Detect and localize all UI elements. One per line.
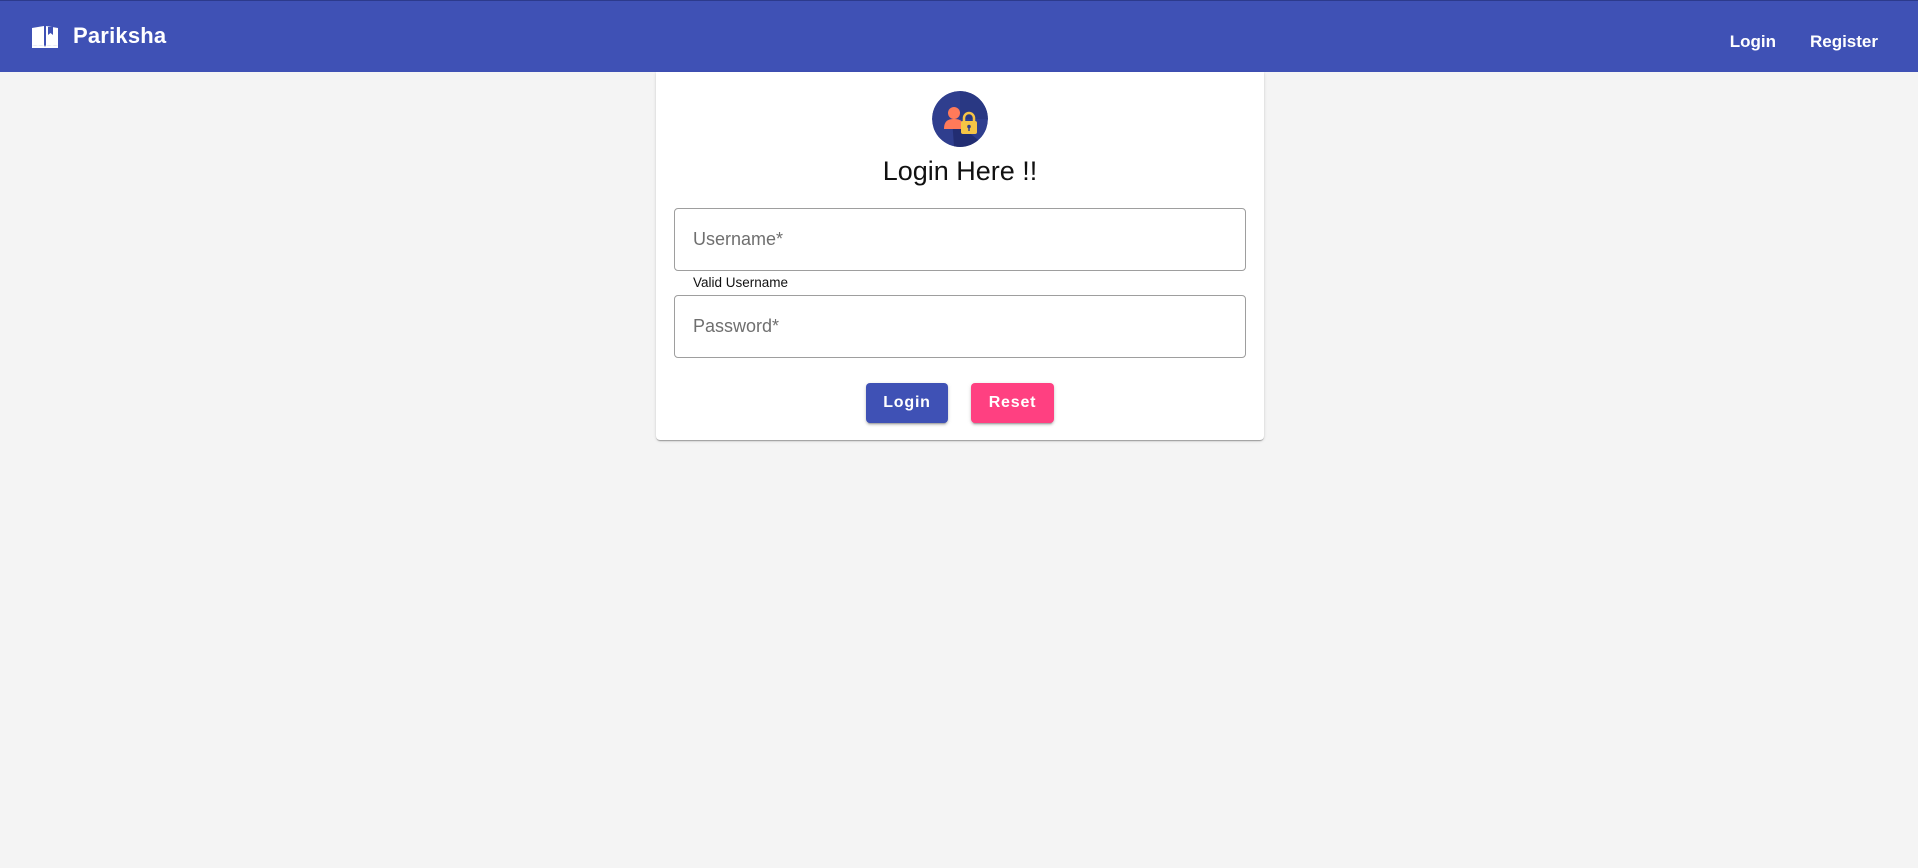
top-nav: Login Register: [1730, 32, 1878, 52]
username-field[interactable]: [674, 208, 1246, 271]
nav-register-link[interactable]: Register: [1810, 32, 1878, 52]
app-title: Pariksha: [73, 23, 167, 48]
login-button[interactable]: Login: [866, 383, 948, 423]
password-field[interactable]: [674, 295, 1246, 358]
reset-button[interactable]: Reset: [971, 383, 1054, 423]
brand[interactable]: Pariksha: [31, 23, 166, 49]
page-title: Login Here !!: [882, 156, 1038, 186]
password-input[interactable]: [675, 296, 1245, 357]
user-lock-icon: [932, 91, 988, 147]
username-hint: Valid Username: [693, 275, 789, 290]
top-toolbar: Pariksha Login Register: [0, 0, 1918, 72]
nav-login-link[interactable]: Login: [1730, 32, 1776, 52]
username-input[interactable]: [675, 209, 1245, 270]
login-card: Login Here !! Valid Username Login Reset: [656, 72, 1264, 440]
open-book-icon: [31, 24, 59, 48]
